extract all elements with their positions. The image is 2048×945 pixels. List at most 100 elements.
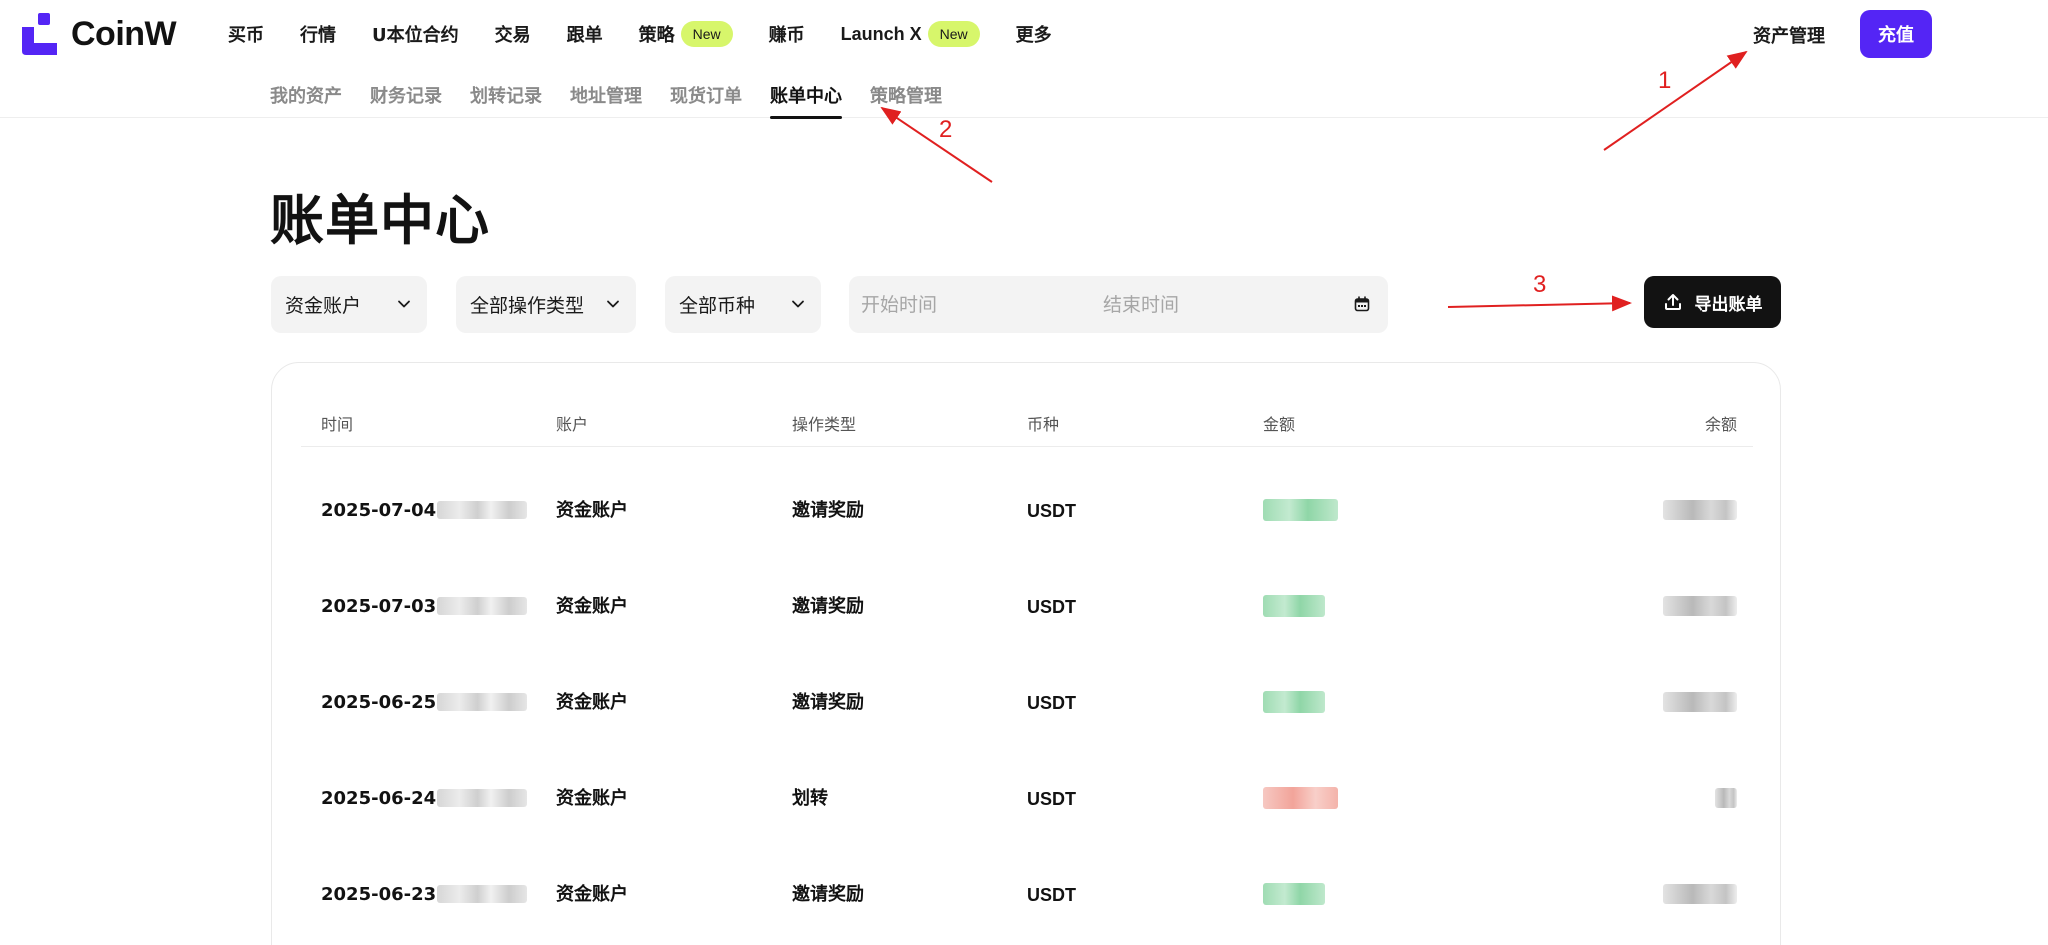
export-bill-button[interactable]: 导出账单 — [1644, 276, 1781, 328]
cell-account: 资金账户 — [556, 692, 628, 713]
redacted-time — [437, 500, 528, 519]
column-header-balance: 余额 — [1704, 415, 1737, 434]
nav-strategy[interactable]: 策略 New — [639, 21, 733, 47]
main-menu: 买币 行情 U本位合约 交易 跟单 策略 New 赚币 Launch X New 更… — [228, 18, 1088, 50]
redacted-balance — [1663, 595, 1737, 616]
time-date: 2025-07-04 — [321, 500, 437, 521]
tab-my-assets[interactable]: 我的资产 — [270, 82, 342, 110]
nav-earn[interactable]: 赚币 — [769, 21, 805, 47]
cell-account: 资金账户 — [556, 788, 628, 809]
nav-copy-trading[interactable]: 跟单 — [567, 21, 603, 47]
page-title: 账单中心 — [270, 189, 490, 252]
cell-account: 资金账户 — [556, 500, 628, 521]
end-date-input[interactable] — [1103, 276, 1323, 333]
cell-currency: USDT — [1027, 789, 1076, 809]
cell-currency: USDT — [1027, 693, 1076, 713]
annotation-arrow-2 — [880, 106, 993, 183]
cell-time: 2025-07-04 — [321, 491, 528, 531]
chevron-down-icon — [398, 300, 410, 308]
tab-spot-orders[interactable]: 现货订单 — [670, 82, 742, 110]
cell-currency: USDT — [1027, 501, 1076, 521]
top-navigation: CoinW 买币 行情 U本位合约 交易 跟单 策略 New 赚币 Launch … — [0, 0, 2048, 70]
redacted-balance — [1715, 787, 1737, 808]
nav-more[interactable]: 更多 — [1016, 21, 1052, 47]
operation-type-select[interactable]: 全部操作类型 — [456, 276, 636, 333]
new-badge: New — [680, 21, 733, 47]
cell-balance — [1715, 779, 1737, 819]
table-row: 2025-07-03 资金账户 邀请奖励 USDT — [301, 587, 1753, 627]
nav-launch-x[interactable]: Launch X New — [841, 21, 980, 47]
redacted-amount — [1263, 594, 1325, 617]
cell-amount — [1263, 779, 1338, 819]
redacted-time — [437, 788, 528, 807]
chevron-down-icon — [792, 300, 804, 308]
redacted-balance — [1663, 691, 1737, 712]
nav-markets[interactable]: 行情 — [300, 21, 336, 47]
nav-label: 策略 — [638, 25, 675, 46]
redacted-amount — [1263, 498, 1338, 521]
account-select-value: 资金账户 — [285, 295, 362, 317]
cell-amount — [1263, 491, 1338, 531]
nav-trade[interactable]: 交易 — [495, 21, 531, 47]
table-row: 2025-06-25 资金账户 邀请奖励 USDT — [301, 683, 1753, 723]
nav-label: 跟单 — [566, 25, 603, 46]
upload-icon — [1664, 294, 1681, 310]
redacted-amount — [1263, 882, 1325, 905]
redacted-time — [437, 692, 528, 711]
table-row: 2025-06-24 资金账户 划转 USDT — [301, 779, 1753, 819]
nav-label: 更多 — [1015, 25, 1052, 46]
redacted-balance — [1663, 499, 1737, 520]
cell-operation-type: 邀请奖励 — [792, 596, 864, 617]
new-badge: New — [927, 21, 980, 47]
cell-operation-type: 邀请奖励 — [792, 500, 864, 521]
cell-amount — [1263, 683, 1325, 723]
coinw-logo[interactable]: CoinW — [22, 13, 177, 55]
column-header-account: 账户 — [556, 415, 589, 434]
column-header-currency: 币种 — [1027, 415, 1060, 434]
cell-account: 资金账户 — [556, 596, 628, 617]
tab-bill-center[interactable]: 账单中心 — [770, 82, 842, 119]
cell-currency: USDT — [1027, 597, 1076, 617]
coinw-logo-icon — [22, 13, 57, 55]
cell-balance — [1663, 491, 1737, 531]
cell-account: 资金账户 — [556, 884, 628, 905]
cell-operation-type: 划转 — [792, 788, 828, 809]
cell-operation-type: 邀请奖励 — [792, 884, 864, 905]
cell-balance — [1663, 587, 1737, 627]
nav-label: 买币 — [228, 25, 264, 46]
calendar-icon[interactable] — [1354, 296, 1370, 312]
sub-navigation: 我的资产 财务记录 划转记录 地址管理 现货订单 账单中心 策略管理 — [0, 70, 2048, 119]
cell-balance — [1663, 875, 1737, 915]
bill-table-card: 时间 账户 操作类型 币种 金额 余额 2025-07-04 资金账户 邀请奖励… — [271, 362, 1781, 945]
currency-select-value: 全部币种 — [679, 295, 756, 317]
annotation-label-2: 2 — [939, 116, 952, 143]
annotation-arrow-3 — [1447, 295, 1632, 312]
deposit-button[interactable]: 充值 — [1860, 10, 1932, 58]
nav-label: Launch X — [840, 23, 922, 44]
time-date: 2025-06-25 — [321, 692, 437, 713]
currency-select[interactable]: 全部币种 — [665, 276, 821, 333]
column-header-time: 时间 — [321, 415, 354, 434]
redacted-time — [437, 884, 528, 903]
operation-type-select-value: 全部操作类型 — [470, 295, 585, 317]
tab-address-management[interactable]: 地址管理 — [570, 82, 642, 110]
table-row: 2025-06-23 资金账户 邀请奖励 USDT — [301, 875, 1753, 915]
chevron-down-icon — [607, 300, 619, 308]
time-date: 2025-06-24 — [321, 788, 437, 809]
nav-usdt-futures[interactable]: U本位合约 — [372, 21, 459, 47]
asset-management-link[interactable]: 资产管理 — [1753, 22, 1825, 48]
start-date-input[interactable] — [861, 276, 1081, 333]
account-select[interactable]: 资金账户 — [271, 276, 427, 333]
table-header: 时间 账户 操作类型 币种 金额 余额 — [301, 411, 1753, 447]
tab-financial-records[interactable]: 财务记录 — [370, 82, 442, 110]
tab-strategy-management[interactable]: 策略管理 — [870, 82, 942, 110]
tab-transfer-records[interactable]: 划转记录 — [470, 82, 542, 110]
cell-amount — [1263, 875, 1325, 915]
cell-balance — [1663, 683, 1737, 723]
redacted-balance — [1663, 883, 1737, 904]
cell-time: 2025-06-25 — [321, 683, 528, 723]
cell-amount — [1263, 587, 1325, 627]
nav-buy-crypto[interactable]: 买币 — [228, 21, 264, 47]
table-row: 2025-07-04 资金账户 邀请奖励 USDT — [301, 491, 1753, 531]
redacted-amount — [1263, 690, 1325, 713]
